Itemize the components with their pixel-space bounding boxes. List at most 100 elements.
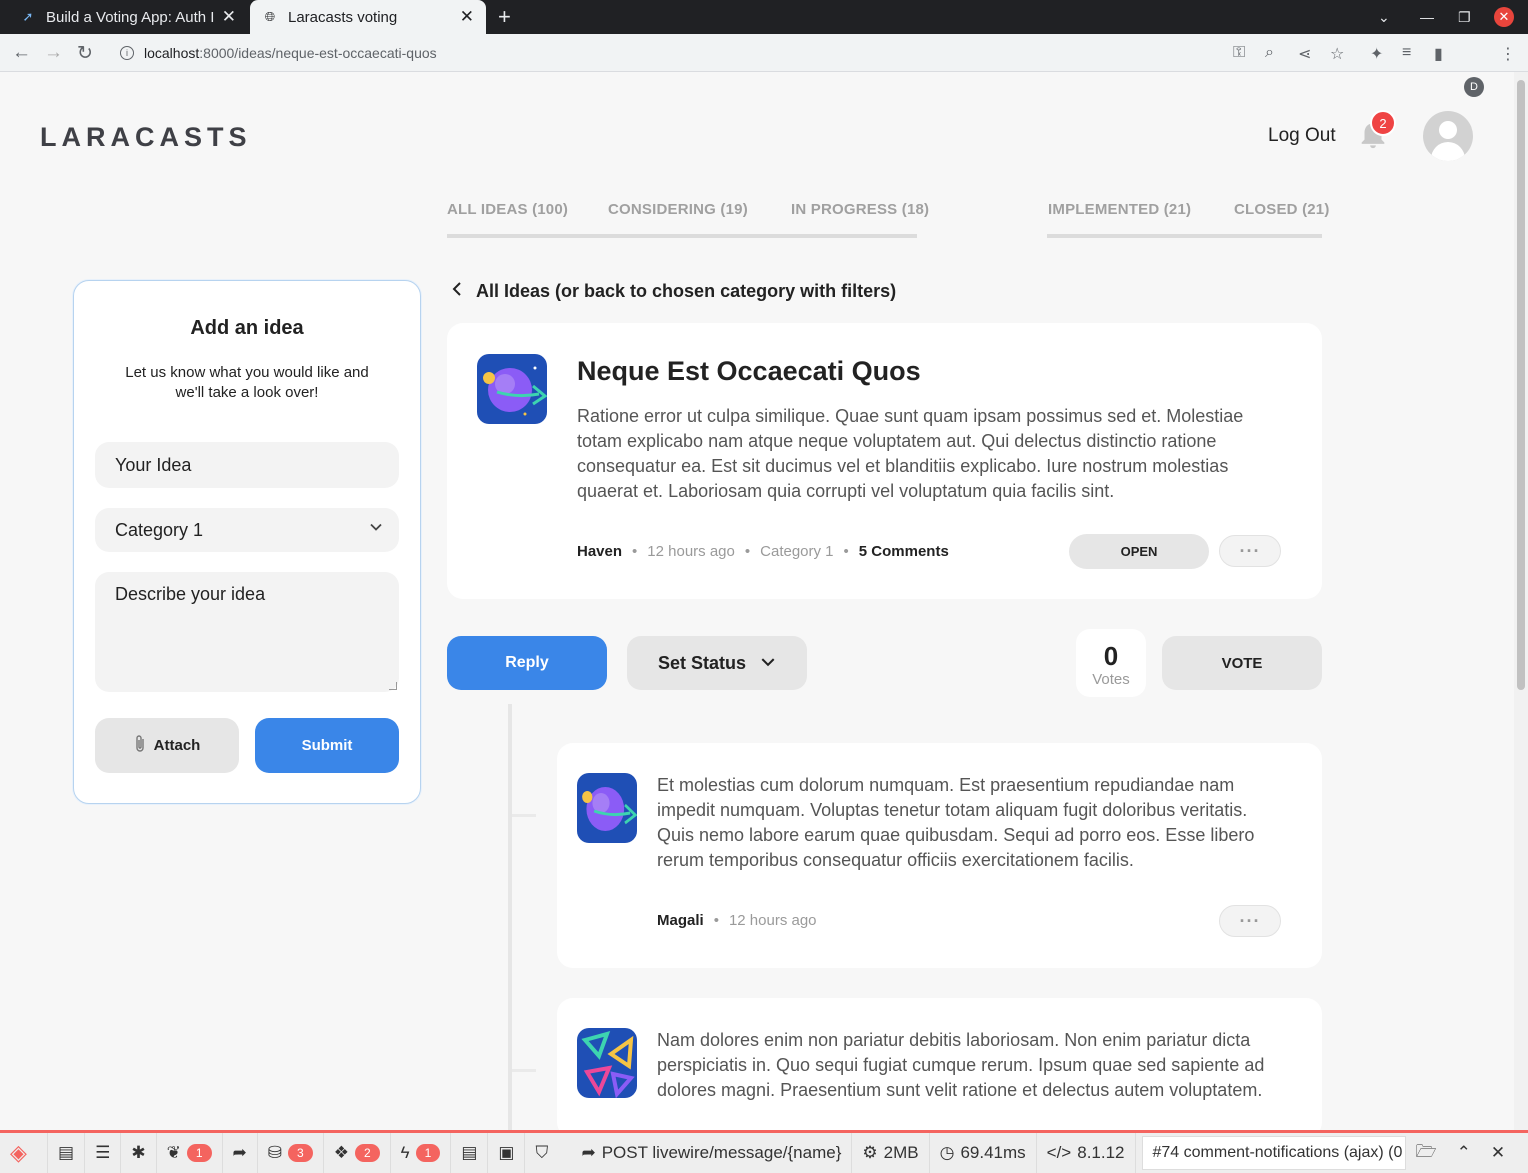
idea-more-button[interactable]: ··· <box>1219 535 1281 567</box>
back-icon[interactable]: ← <box>12 42 31 64</box>
close-tab-icon[interactable]: ✕ <box>460 7 474 27</box>
reply-button[interactable]: Reply <box>447 636 607 690</box>
logo-text: LARACASTS <box>40 122 252 152</box>
set-status-button[interactable]: Set Status <box>627 636 807 690</box>
votes-counter: 0 Votes <box>1076 629 1146 697</box>
thread-branch <box>512 814 536 817</box>
site-info-icon[interactable]: i <box>120 46 134 60</box>
key-icon[interactable]: ⚿ <box>1233 44 1245 62</box>
window-close-button[interactable]: ✕ <box>1494 0 1514 34</box>
media-icon[interactable]: ≡ <box>1402 44 1411 62</box>
meta-separator: • <box>843 543 849 560</box>
share-icon[interactable]: ⋖ <box>1298 44 1311 64</box>
votes-label: Votes <box>1092 671 1130 688</box>
session-icon[interactable]: ▤ <box>451 1133 489 1173</box>
browser-tab-active[interactable]: 🌐︎ Laracasts voting ✕ <box>250 0 486 34</box>
tab-search-icon[interactable]: ⌄ <box>1378 0 1390 34</box>
attach-button[interactable]: Attach <box>95 718 239 773</box>
idea-time: 12 hours ago <box>647 543 735 560</box>
laravel-logo-icon[interactable]: ◈ <box>0 1133 48 1173</box>
browser-tab-bar: ➚ Build a Voting App: Auth I ✕ 🌐︎ Laraca… <box>0 0 1528 34</box>
paperclip-icon <box>134 734 146 758</box>
idea-author-avatar[interactable] <box>477 354 547 424</box>
cogs-icon: ⚙ <box>862 1143 878 1162</box>
user-avatar[interactable] <box>1423 111 1473 161</box>
code-icon: </> <box>1046 1143 1072 1162</box>
request-select[interactable]: #74 comment-notifications (ajax) (0 <box>1141 1136 1406 1170</box>
cubes-icon: ❖ <box>333 1143 349 1162</box>
comment-author-avatar[interactable] <box>577 1028 637 1098</box>
idea-comments-count[interactable]: 5 Comments <box>859 543 949 560</box>
profile-avatar[interactable]: D <box>1464 77 1484 97</box>
close-icon[interactable]: ✕ <box>1481 1133 1515 1173</box>
status-badge: OPEN <box>1069 534 1209 569</box>
timeline-icon[interactable]: ☰ <box>85 1133 122 1173</box>
idea-category: Category 1 <box>760 543 834 560</box>
comment-meta: Magali • 12 hours ago <box>657 912 817 929</box>
page-scrollbar[interactable] <box>1514 72 1528 1130</box>
idea-description: Ratione error ut culpa similique. Quae s… <box>577 406 1244 501</box>
idea-title-input[interactable]: Your Idea <box>95 442 399 488</box>
archive-icon[interactable]: ▣ <box>488 1133 526 1173</box>
thread-branch <box>512 1069 536 1072</box>
menu-kebab-icon[interactable]: ⋮ <box>1500 44 1516 64</box>
vote-button[interactable]: VOTE <box>1162 636 1322 690</box>
avatar-body <box>1431 142 1465 161</box>
extensions-icon[interactable]: ✦ <box>1370 44 1383 64</box>
url-field[interactable]: i localhost:8000/ideas/neque-est-occaeca… <box>108 38 1358 68</box>
comment-more-button[interactable]: ··· <box>1219 905 1281 937</box>
restore-icon[interactable]: ❐ <box>1458 0 1471 34</box>
logs-tab[interactable]: ❦ 1 <box>157 1133 223 1173</box>
tab-considering[interactable]: CONSIDERING (19) <box>608 201 748 218</box>
idea-author: Haven <box>577 543 623 560</box>
comment-text: Et molestias cum dolorum numquam. Est pr… <box>657 775 1255 870</box>
scrollbar-thumb[interactable] <box>1517 80 1525 690</box>
memory-value: 2MB <box>883 1143 919 1162</box>
route-text: POST livewire/message/{name} <box>601 1143 842 1162</box>
laracasts-logo[interactable]: LARACASTS <box>40 122 252 153</box>
side-panel-icon[interactable]: ▮ <box>1434 44 1443 64</box>
chevron-left-icon <box>452 281 462 302</box>
chevron-up-icon[interactable]: ⌃ <box>1447 1133 1481 1173</box>
back-to-ideas-link[interactable]: All Ideas (or back to chosen category wi… <box>452 281 896 302</box>
route-icon[interactable]: ➦ <box>223 1133 258 1173</box>
laracasts-favicon-icon: ➚ <box>22 9 34 24</box>
queries-count: 3 <box>288 1144 313 1162</box>
tab-implemented[interactable]: IMPLEMENTED (21) <box>1048 201 1191 218</box>
submit-button[interactable]: Submit <box>255 718 399 773</box>
description-placeholder: Describe your idea <box>115 584 266 604</box>
tags-icon[interactable]: ⛉ <box>525 1133 571 1173</box>
time-info: ◷ 69.41ms <box>930 1133 1037 1173</box>
tab-closed[interactable]: CLOSED (21) <box>1234 201 1330 218</box>
add-idea-title: Add an idea <box>190 317 304 339</box>
comment-author-avatar[interactable] <box>577 773 637 843</box>
models-tab[interactable]: ❖ 2 <box>324 1133 391 1173</box>
queries-tab[interactable]: ⛁ 3 <box>258 1133 324 1173</box>
forward-icon[interactable]: → <box>44 42 63 64</box>
exceptions-icon[interactable]: ✱ <box>121 1133 157 1173</box>
clock-icon: ◷ <box>939 1143 955 1162</box>
notification-count-badge: 2 <box>1370 110 1396 136</box>
idea-title[interactable]: Neque Est Occaecati Quos <box>577 356 921 387</box>
browser-tab[interactable]: ➚ Build a Voting App: Auth I ✕ <box>8 0 248 34</box>
new-tab-icon[interactable]: + <box>498 4 511 30</box>
close-tab-icon[interactable]: ✕ <box>222 7 236 27</box>
memory-info: ⚙ 2MB <box>852 1133 930 1173</box>
minimize-icon[interactable]: — <box>1420 0 1434 34</box>
leaf-icon: ❦ <box>166 1143 181 1162</box>
zoom-icon[interactable]: ⌕ <box>1265 44 1274 62</box>
tab-all-ideas[interactable]: ALL IDEAS (100) <box>447 201 568 218</box>
meta-separator: • <box>744 543 751 560</box>
messages-icon[interactable]: ▤ <box>48 1133 86 1173</box>
category-select[interactable]: Category 1 <box>95 508 399 552</box>
resize-handle[interactable] <box>389 682 397 690</box>
logs-count: 1 <box>186 1144 212 1162</box>
bookmark-star-icon[interactable]: ☆ <box>1330 44 1344 64</box>
tab-in-progress[interactable]: IN PROGRESS (18) <box>791 201 929 218</box>
idea-description-textarea[interactable]: Describe your idea <box>95 572 399 692</box>
livewire-count: 1 <box>415 1144 441 1162</box>
logout-link[interactable]: Log Out <box>1268 125 1336 147</box>
livewire-tab[interactable]: ϟ1 <box>391 1133 452 1173</box>
reload-icon[interactable]: ↻ <box>77 42 93 65</box>
open-folder-icon[interactable]: 🗁︎ <box>1406 1133 1447 1173</box>
